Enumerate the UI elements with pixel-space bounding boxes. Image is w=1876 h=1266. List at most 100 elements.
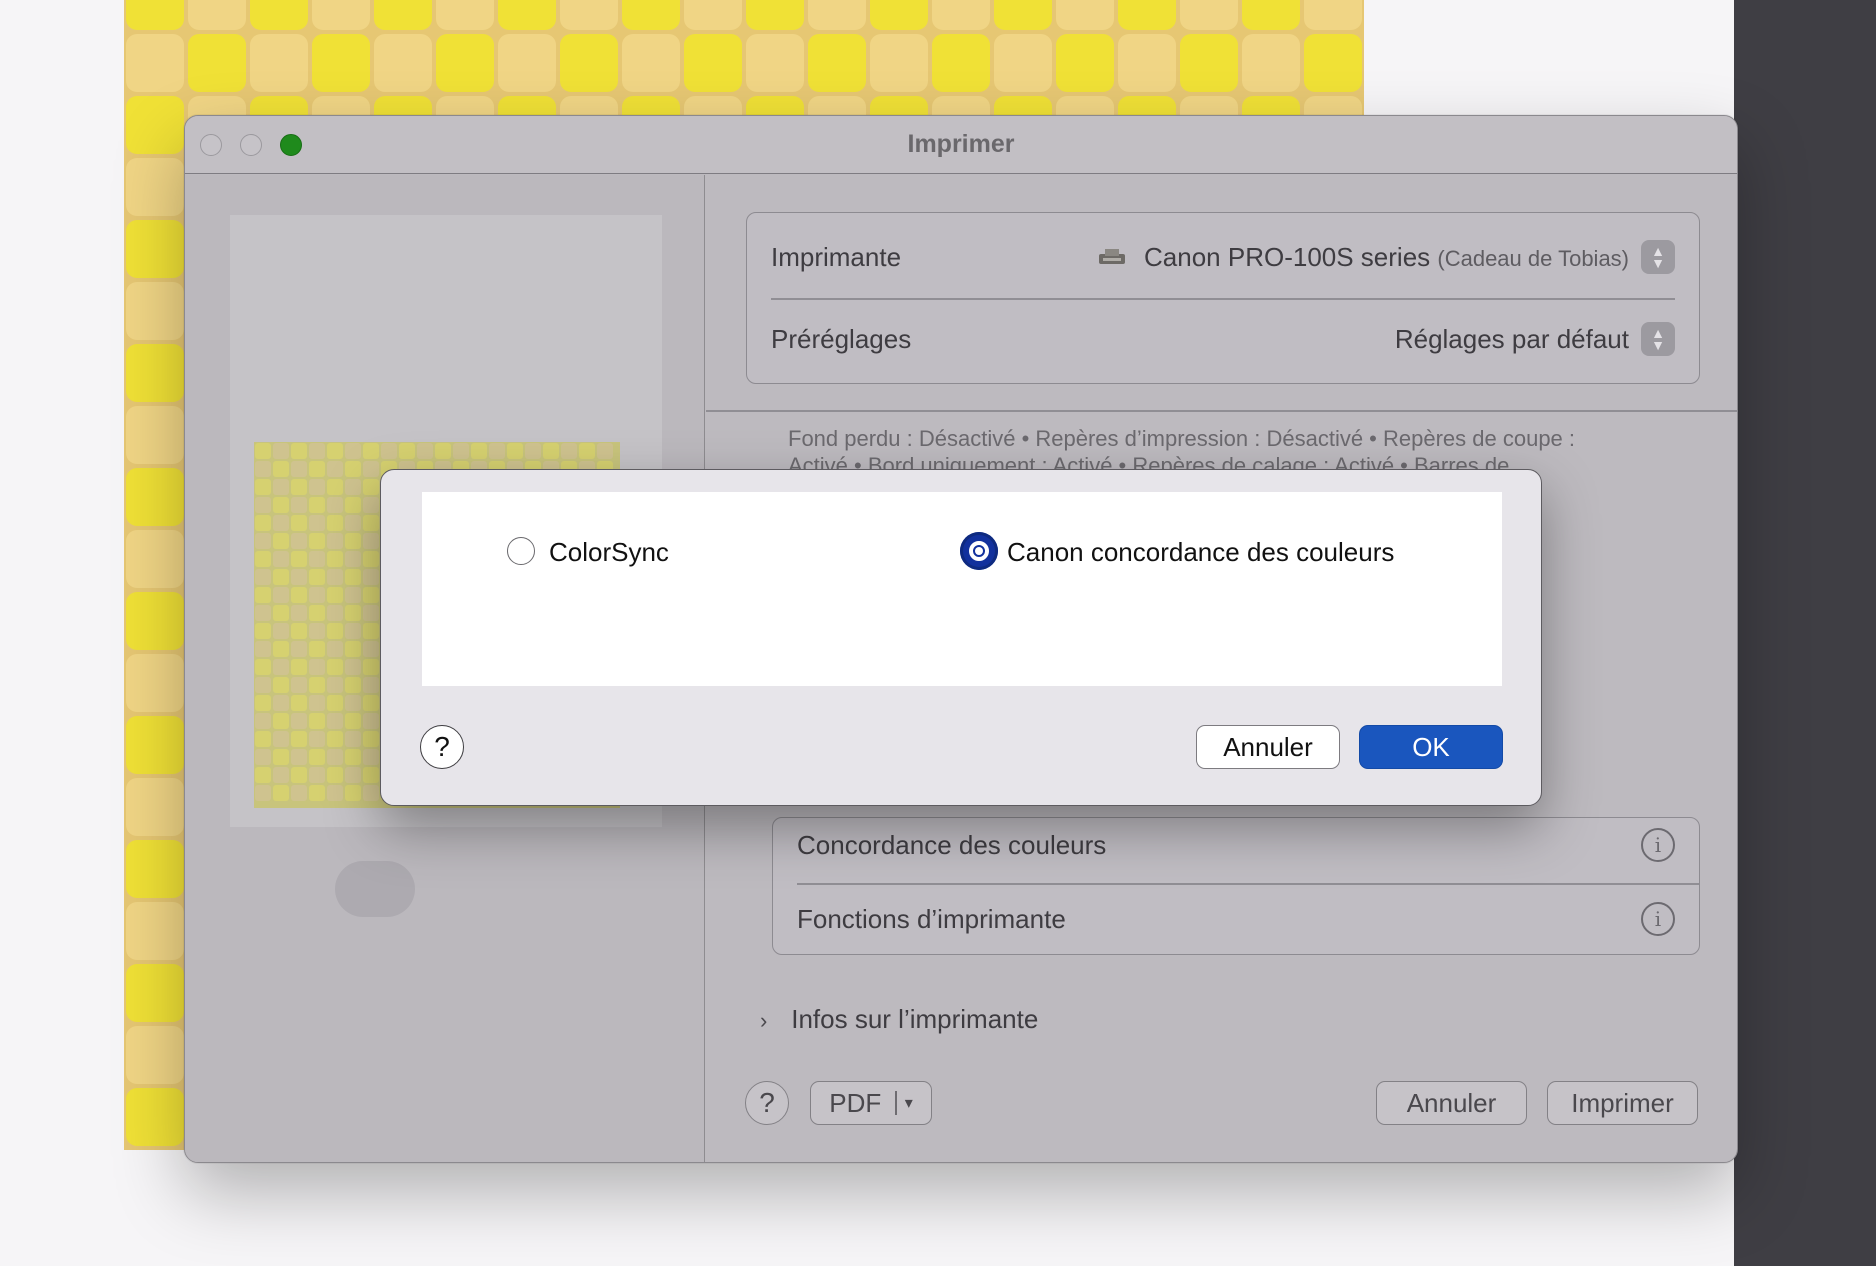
color-matching-sheet: ColorSync Canon concordance des couleurs… — [380, 469, 1542, 806]
preview-tile — [345, 569, 361, 585]
section-color-matching[interactable]: Concordance des couleurs — [797, 830, 1106, 861]
preview-tile — [291, 767, 307, 783]
background-tile — [498, 0, 556, 30]
preview-tile — [345, 515, 361, 531]
preview-tile — [327, 749, 343, 765]
options-group: Concordance des couleurs i Fonctions d’i… — [772, 817, 1700, 955]
preview-tile — [273, 731, 289, 747]
preview-tile — [345, 695, 361, 711]
preview-tile — [363, 497, 379, 513]
preview-tile — [273, 587, 289, 603]
preview-tile — [345, 461, 361, 477]
preview-tile — [273, 785, 289, 801]
preview-tile — [345, 587, 361, 603]
preview-tile — [525, 443, 541, 459]
background-tile — [436, 0, 494, 30]
sheet-help-button[interactable]: ? — [420, 725, 464, 769]
background-tile — [188, 34, 246, 92]
canon-matching-label[interactable]: Canon concordance des couleurs — [1007, 537, 1394, 568]
background-tile — [1242, 0, 1300, 30]
preview-tile — [309, 497, 325, 513]
background-tile — [126, 34, 184, 92]
preview-tile — [291, 641, 307, 657]
colorsync-radio[interactable] — [507, 537, 535, 565]
preview-tile — [291, 479, 307, 495]
preview-tile — [309, 659, 325, 675]
preview-tile — [291, 785, 307, 801]
background-tile — [126, 0, 184, 30]
preview-tile — [291, 695, 307, 711]
preview-tile — [309, 551, 325, 567]
preview-tile — [363, 515, 379, 531]
pdf-menu-button[interactable]: PDF ▾ — [810, 1081, 932, 1125]
preview-tile — [255, 713, 271, 729]
preview-tile — [273, 713, 289, 729]
info-icon[interactable]: i — [1641, 828, 1675, 862]
preview-tile — [309, 461, 325, 477]
background-tile — [436, 34, 494, 92]
background-tile — [1118, 0, 1176, 30]
background-tile — [622, 34, 680, 92]
chevron-right-icon: › — [760, 1008, 768, 1033]
preview-tile — [309, 695, 325, 711]
presets-popup-chevron-icon[interactable]: ▲ ▼ — [1641, 322, 1675, 356]
info-icon[interactable]: i — [1641, 902, 1675, 936]
printer-popup-chevron-icon[interactable]: ▲ ▼ — [1641, 240, 1675, 274]
background-tile — [126, 1026, 184, 1084]
presets-popup[interactable]: Réglages par défaut — [1395, 324, 1629, 355]
preview-tile — [309, 443, 325, 459]
printer-info-disclosure[interactable]: › Infos sur l’imprimante — [760, 1004, 1038, 1035]
preview-tile — [471, 443, 487, 459]
printer-popup[interactable]: Canon PRO-100S series (Cadeau de Tobias) — [1097, 242, 1629, 275]
preview-tile — [561, 443, 577, 459]
preview-tile — [489, 443, 505, 459]
print-button[interactable]: Imprimer — [1547, 1081, 1698, 1125]
preview-tile — [363, 785, 379, 801]
background-tile — [126, 158, 184, 216]
background-tile — [374, 34, 432, 92]
preview-tile — [363, 749, 379, 765]
section-printer-features[interactable]: Fonctions d’imprimante — [797, 904, 1066, 935]
preview-tile — [363, 443, 379, 459]
background-tile — [498, 34, 556, 92]
printer-info-label: Infos sur l’imprimante — [791, 1004, 1039, 1034]
preview-tile — [327, 587, 343, 603]
desktop-dark-strip — [1734, 0, 1876, 1266]
help-button[interactable]: ? — [745, 1081, 789, 1125]
background-tile — [870, 34, 928, 92]
preview-tile — [345, 533, 361, 549]
preview-page-control[interactable] — [335, 861, 415, 917]
preview-tile — [255, 497, 271, 513]
background-tile — [932, 34, 990, 92]
color-matching-options-panel: ColorSync Canon concordance des couleurs — [422, 492, 1502, 686]
preview-tile — [327, 659, 343, 675]
preview-tile — [255, 731, 271, 747]
background-tile — [994, 34, 1052, 92]
background-tile — [312, 0, 370, 30]
background-tile — [808, 0, 866, 30]
separator — [895, 1091, 897, 1115]
preview-tile — [435, 443, 451, 459]
sheet-cancel-button[interactable]: Annuler — [1196, 725, 1340, 769]
preview-tile — [309, 623, 325, 639]
preview-tile — [255, 533, 271, 549]
preview-tile — [291, 659, 307, 675]
canon-matching-radio[interactable] — [960, 532, 998, 570]
background-tile — [374, 0, 432, 30]
colorsync-label[interactable]: ColorSync — [549, 537, 669, 568]
sheet-ok-button[interactable]: OK — [1359, 725, 1503, 769]
preview-tile — [453, 443, 469, 459]
preview-tile — [507, 443, 523, 459]
background-tile — [126, 344, 184, 402]
background-tile — [746, 34, 804, 92]
cancel-button[interactable]: Annuler — [1376, 1081, 1527, 1125]
preview-tile — [363, 605, 379, 621]
preview-tile — [273, 443, 289, 459]
background-tile — [994, 0, 1052, 30]
preview-tile — [363, 587, 379, 603]
preview-tile — [273, 479, 289, 495]
preview-tile — [309, 767, 325, 783]
preview-tile — [327, 731, 343, 747]
preview-tile — [363, 767, 379, 783]
preview-tile — [255, 587, 271, 603]
